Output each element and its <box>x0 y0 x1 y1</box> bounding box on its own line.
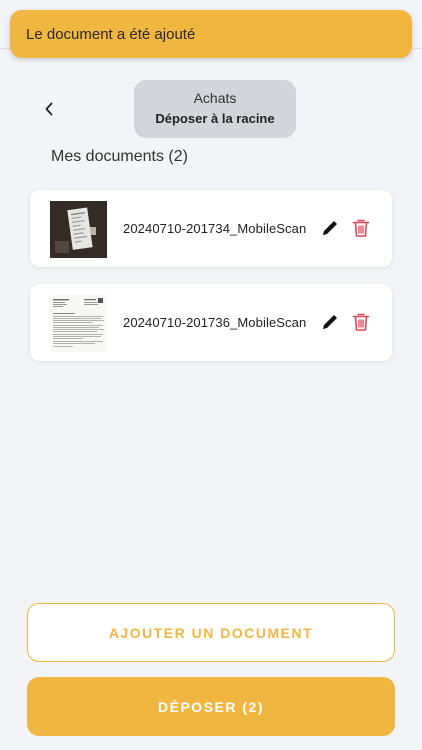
add-document-button[interactable]: AJOUTER UN DOCUMENT <box>27 603 395 662</box>
toast-message: Le document a été ajouté <box>26 25 196 43</box>
folder-name: Achats <box>193 90 237 106</box>
folder-selector[interactable]: Achats Déposer à la racine <box>134 80 296 138</box>
document-card: 20240710-201734_MobileScan <box>30 190 392 267</box>
edit-button[interactable] <box>320 218 340 238</box>
document-thumbnail <box>50 201 107 258</box>
toast-notification: Le document a été ajouté <box>10 10 412 58</box>
document-name: 20240710-201734_MobileScan <box>123 221 307 236</box>
letter-scan-thumbnail <box>50 295 107 352</box>
document-name: 20240710-201736_MobileScan <box>123 315 307 330</box>
trash-icon <box>352 219 370 237</box>
edit-button[interactable] <box>320 312 340 332</box>
delete-button[interactable] <box>352 312 370 332</box>
pencil-icon <box>323 221 337 235</box>
document-thumbnail <box>50 295 107 352</box>
documents-section-title: Mes documents (2) <box>51 148 188 165</box>
trash-icon <box>352 313 370 331</box>
document-card: 20240710-201736_MobileScan <box>30 284 392 361</box>
back-button[interactable] <box>38 98 60 120</box>
submit-documents-button[interactable]: DÉPOSER (2) <box>27 677 395 736</box>
pencil-icon <box>323 315 337 329</box>
folder-action: Déposer à la racine <box>155 111 275 126</box>
delete-button[interactable] <box>352 218 370 238</box>
chevron-left-icon <box>45 102 53 116</box>
receipt-photo-thumbnail <box>50 201 107 258</box>
